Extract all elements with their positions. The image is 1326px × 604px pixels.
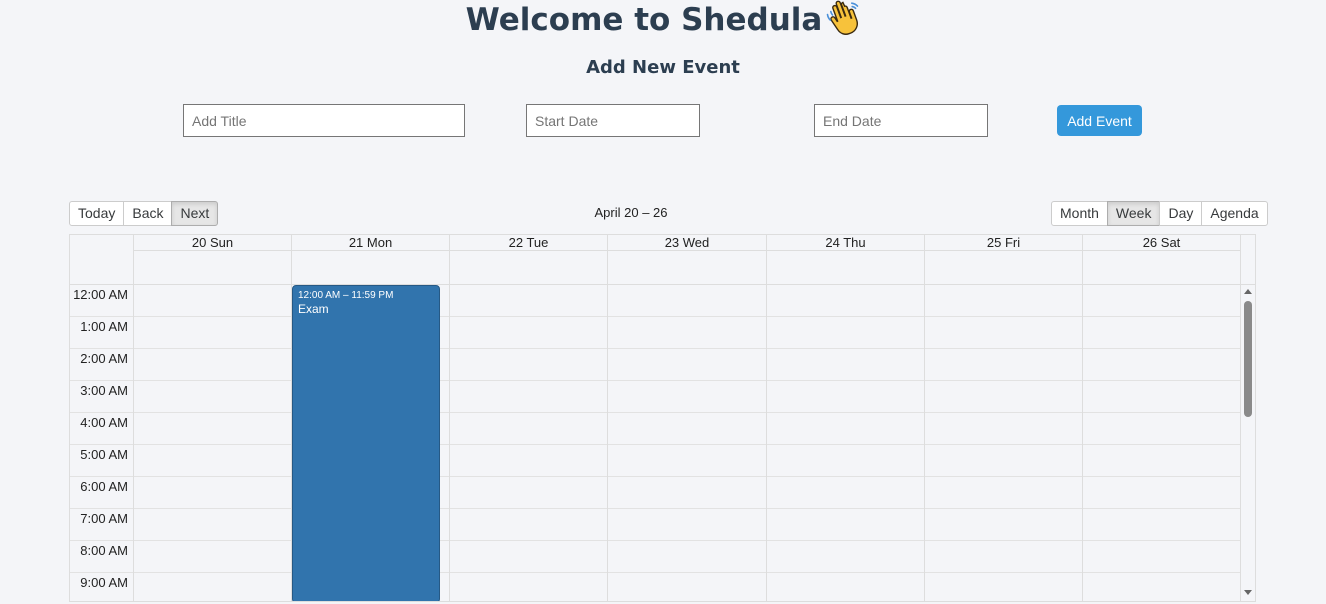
allday-cell[interactable] <box>133 251 291 284</box>
day-header-wed[interactable]: 23 Wed <box>607 235 766 251</box>
allday-cell[interactable] <box>607 251 766 284</box>
hour-line <box>70 508 1241 509</box>
day-column-line <box>1082 285 1083 601</box>
day-column-line <box>133 285 134 601</box>
hour-line <box>70 540 1241 541</box>
navigation-button-group: Today Back Next <box>69 201 219 226</box>
time-label: 2:00 AM <box>80 351 128 366</box>
agenda-view-button[interactable]: Agenda <box>1201 201 1268 226</box>
hour-line <box>70 412 1241 413</box>
waving-hand-icon <box>827 0 859 35</box>
time-label: 8:00 AM <box>80 543 128 558</box>
form-heading: Add New Event <box>586 57 740 78</box>
time-label: 6:00 AM <box>80 479 128 494</box>
day-view-button[interactable]: Day <box>1159 201 1203 226</box>
day-header-sat[interactable]: 26 Sat <box>1082 235 1241 251</box>
start-date-input[interactable] <box>526 104 700 137</box>
page-title-text: Welcome to Shedula <box>465 2 823 38</box>
allday-cell[interactable] <box>924 251 1082 284</box>
time-grid[interactable]: 12:00 AM 1:00 AM 2:00 AM 3:00 AM 4:00 AM… <box>70 285 1241 601</box>
page-title: Welcome to Shedula <box>0 0 1326 40</box>
hour-line <box>70 316 1241 317</box>
scroll-up-arrow-icon[interactable] <box>1244 289 1252 294</box>
time-label: 1:00 AM <box>80 319 128 334</box>
time-label: 7:00 AM <box>80 511 128 526</box>
add-event-button[interactable]: Add Event <box>1057 105 1142 136</box>
day-column-line <box>607 285 608 601</box>
today-button[interactable]: Today <box>69 201 125 226</box>
week-calendar: 20 Sun 21 Mon 22 Tue 23 Wed 24 Thu 25 Fr… <box>69 234 1256 602</box>
time-gutter: 12:00 AM 1:00 AM 2:00 AM 3:00 AM 4:00 AM… <box>70 285 133 601</box>
day-header-tue[interactable]: 22 Tue <box>449 235 607 251</box>
hour-line <box>70 348 1241 349</box>
back-button[interactable]: Back <box>123 201 173 226</box>
app-page: Welcome to Shedula Add New Event Add Eve… <box>0 0 1326 604</box>
day-header-mon[interactable]: 21 Mon <box>291 235 449 251</box>
time-label: 3:00 AM <box>80 383 128 398</box>
month-view-button[interactable]: Month <box>1051 201 1108 226</box>
day-header-fri[interactable]: 25 Fri <box>924 235 1082 251</box>
hour-line <box>70 380 1241 381</box>
hour-line <box>70 444 1241 445</box>
allday-cell[interactable] <box>291 251 449 284</box>
day-header-sun[interactable]: 20 Sun <box>133 235 291 251</box>
day-column-line <box>449 285 450 601</box>
calendar-event[interactable]: 12:00 AM – 11:59 PM Exam <box>292 285 440 601</box>
day-header-thu[interactable]: 24 Thu <box>766 235 924 251</box>
vertical-scrollbar[interactable] <box>1241 285 1255 601</box>
week-view-button[interactable]: Week <box>1106 201 1161 226</box>
title-input[interactable] <box>183 104 465 137</box>
allday-cell[interactable] <box>1082 251 1241 284</box>
view-button-group: Month Week Day Agenda <box>1051 201 1268 226</box>
time-label: 4:00 AM <box>80 415 128 430</box>
next-button[interactable]: Next <box>171 201 219 226</box>
hour-line <box>70 572 1241 573</box>
time-label: 12:00 AM <box>73 287 128 302</box>
time-label: 5:00 AM <box>80 447 128 462</box>
day-column-line <box>766 285 767 601</box>
date-range-label: April 20 – 26 <box>594 205 668 220</box>
allday-cell[interactable] <box>449 251 607 284</box>
event-time: 12:00 AM – 11:59 PM <box>298 290 394 301</box>
scroll-down-arrow-icon[interactable] <box>1244 590 1252 595</box>
time-label: 9:00 AM <box>80 575 128 590</box>
scroll-thumb[interactable] <box>1244 301 1252 417</box>
day-column-line <box>924 285 925 601</box>
day-header-row: 20 Sun 21 Mon 22 Tue 23 Wed 24 Thu 25 Fr… <box>70 235 1255 251</box>
hour-line <box>70 476 1241 477</box>
end-date-input[interactable] <box>814 104 988 137</box>
allday-cell[interactable] <box>766 251 924 284</box>
event-title: Exam <box>298 302 329 316</box>
